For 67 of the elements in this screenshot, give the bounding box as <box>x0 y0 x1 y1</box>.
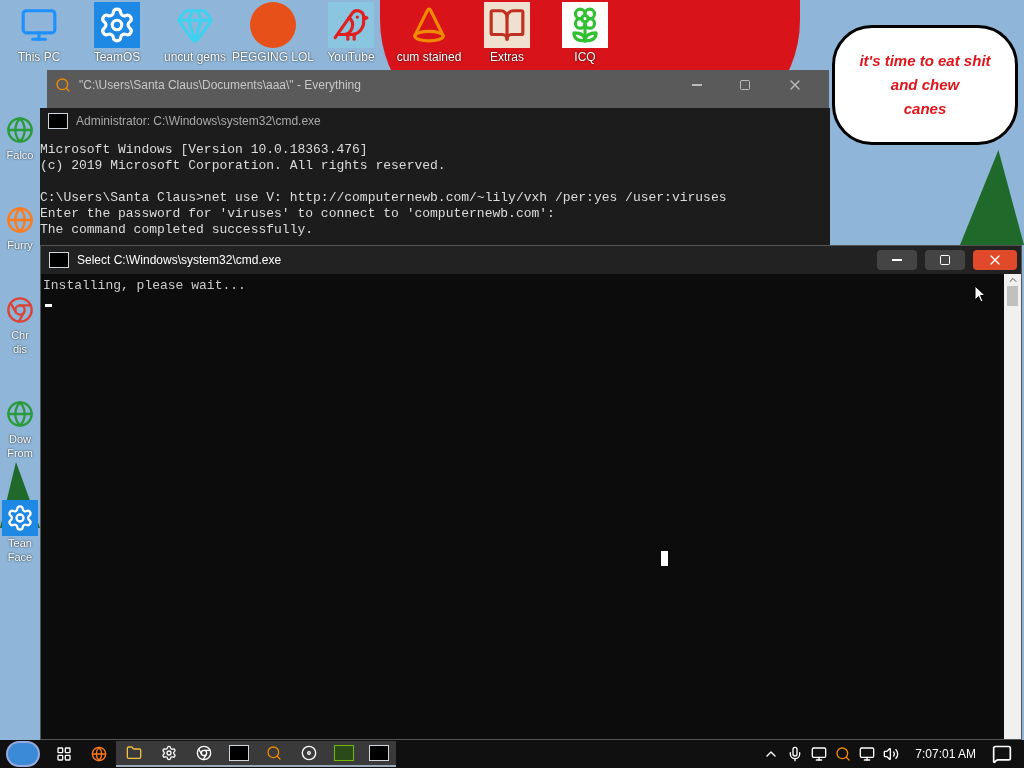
close-button[interactable] <box>973 250 1017 270</box>
icon-label[interactable]: Tean <box>8 536 32 550</box>
chip-icon <box>333 745 354 761</box>
console-icon <box>48 113 68 129</box>
mouse-pointer-icon <box>974 285 986 303</box>
maximize-icon <box>939 254 951 266</box>
volume-icon[interactable] <box>883 746 900 762</box>
bubble-text: and chew <box>890 75 960 95</box>
console-icon <box>368 745 389 761</box>
icon-label[interactable]: YouTube <box>327 50 375 65</box>
maximize-button[interactable] <box>925 250 965 270</box>
search-icon <box>265 745 282 761</box>
console-icon <box>49 252 69 268</box>
icon-label[interactable]: Falco <box>6 148 34 162</box>
maximize-icon <box>739 79 751 91</box>
chrome-icon <box>195 745 212 761</box>
start-button[interactable] <box>6 741 40 767</box>
bubble-text: it's time to eat shit <box>859 51 991 71</box>
icon-label[interactable]: cum stained <box>396 50 462 65</box>
bird-icon <box>328 2 374 48</box>
monitor-icon[interactable] <box>811 746 828 762</box>
icon-label[interactable]: Furry <box>7 238 33 252</box>
icon-label[interactable]: TeamOS <box>93 50 141 65</box>
globe-icon <box>90 746 107 762</box>
flower-icon <box>562 2 608 48</box>
icon-label[interactable]: Dow <box>9 432 31 446</box>
console-line: Installing, please wait... <box>43 278 247 294</box>
gear-icon <box>160 745 177 761</box>
console-line: C:\Users\Santa Claus>net use V: http://computernewb.com/~lily/vxh /per:yes /user:viruses <box>40 190 728 206</box>
minimize-icon <box>692 84 702 86</box>
block-cursor <box>661 551 668 566</box>
icon-label[interactable]: This PC <box>17 50 61 65</box>
scrollbar[interactable] <box>1004 274 1021 739</box>
console-icon <box>228 745 249 761</box>
taskbar-button[interactable] <box>361 741 396 767</box>
disc-icon <box>300 745 317 761</box>
search-icon[interactable] <box>835 746 852 762</box>
icon-label[interactable]: Face <box>7 550 33 564</box>
clock[interactable]: 7:07:01 AM <box>907 745 984 763</box>
taskbar-button[interactable] <box>116 741 151 767</box>
icon-label[interactable]: Extras <box>490 50 524 65</box>
icon-label[interactable]: PEGGING LOL <box>232 50 314 65</box>
bubble-text: canes <box>903 99 947 119</box>
gear-icon <box>94 2 140 48</box>
minimize-button[interactable] <box>877 250 917 270</box>
icon-label[interactable]: uncut gems <box>163 50 226 65</box>
icon-label[interactable]: From <box>7 446 33 460</box>
book-icon <box>484 2 530 48</box>
scroll-thumb[interactable] <box>1007 286 1018 306</box>
icon-label[interactable]: ICQ <box>574 50 596 65</box>
console-line: The command completed successfully. <box>40 222 315 238</box>
minimize-icon <box>892 259 902 261</box>
icon-label[interactable]: Chr <box>11 328 29 342</box>
console-line: Microsoft Windows [Version 10.0.18363.476] <box>40 142 369 158</box>
network-icon[interactable] <box>859 746 876 762</box>
folder-icon <box>125 745 142 761</box>
console-line: Enter the password for 'viruses' to connect to 'computernewb.com': <box>40 206 556 222</box>
text-cursor <box>45 304 52 307</box>
notification-icon[interactable] <box>992 744 1012 764</box>
search-icon <box>55 77 71 93</box>
taskview-icon <box>55 746 72 762</box>
window-title: Administrator: C:\Windows\system32\cmd.exe <box>76 113 321 130</box>
window-title: Select C:\Windows\system32\cmd.exe <box>77 252 283 269</box>
console-line: (c) 2019 Microsoft Corporation. All rights reserved. <box>40 158 447 174</box>
gear-icon <box>2 500 38 536</box>
window-title: "C:\Users\Santa Claus\Documents\aaa\" - Everything <box>79 77 362 94</box>
icon-label[interactable]: dis <box>12 342 28 356</box>
